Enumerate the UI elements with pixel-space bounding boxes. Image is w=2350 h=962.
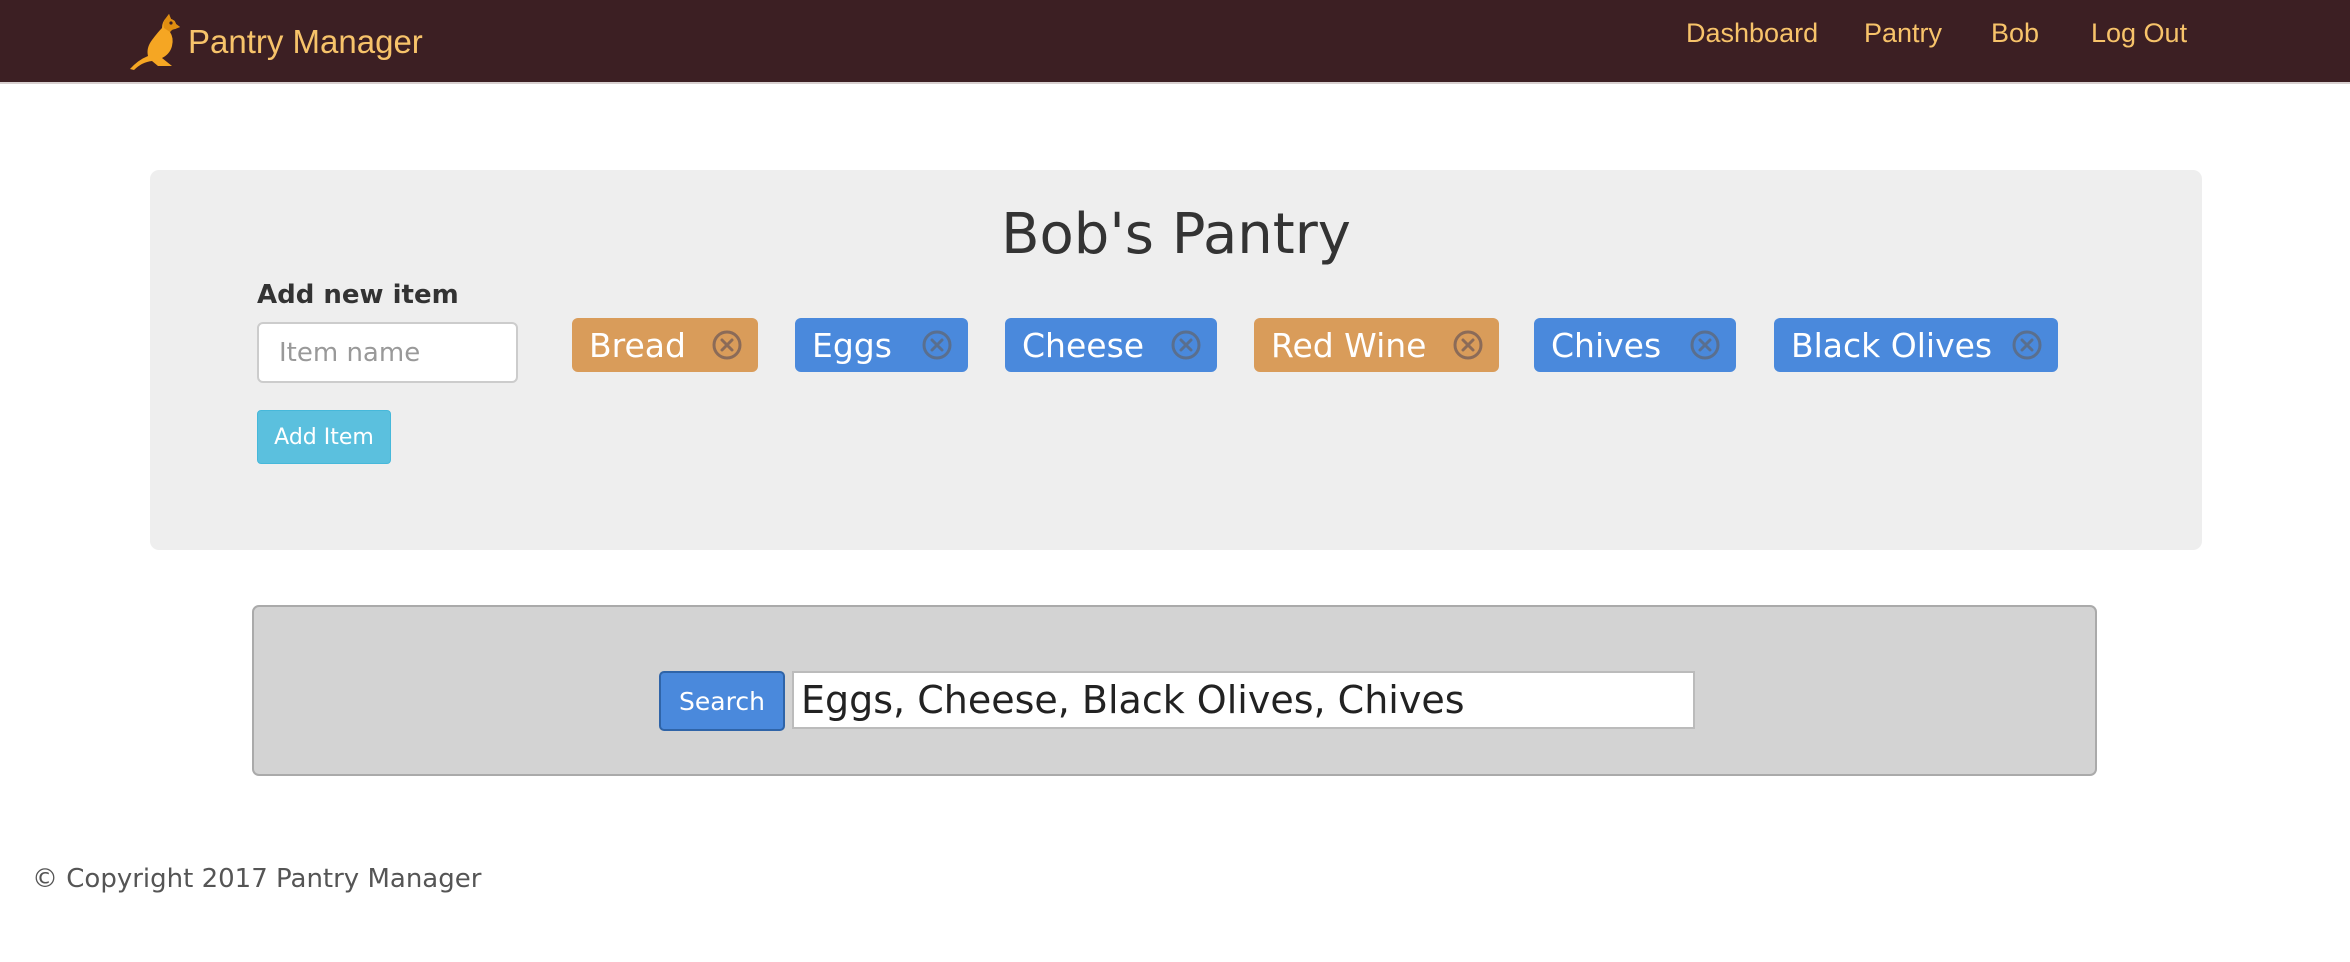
nav-link-user[interactable]: Bob [1991, 18, 2039, 49]
search-panel: Search [252, 605, 2097, 776]
brand-name: Pantry Manager [188, 23, 423, 60]
pantry-item-tag-cheese: Cheese [1005, 318, 1217, 372]
footer-copyright: © Copyright 2017 Pantry Manager [32, 864, 482, 894]
item-name-input[interactable] [257, 322, 518, 383]
pantry-item-label: Bread [589, 325, 686, 365]
pantry-item-tag-bread: Bread [572, 318, 758, 372]
circle-x-icon[interactable] [1451, 328, 1485, 362]
pantry-item-label: Chives [1551, 325, 1662, 365]
pantry-item-label: Eggs [812, 325, 892, 365]
circle-x-icon[interactable] [920, 328, 954, 362]
pantry-panel: Bob's Pantry Add new item Add Item Bread… [150, 170, 2202, 550]
circle-x-icon[interactable] [2010, 328, 2044, 362]
navbar: Pantry Manager Dashboard Pantry Bob Log … [0, 0, 2350, 84]
pantry-item-label: Red Wine [1271, 325, 1427, 365]
pantry-item-tag-eggs: Eggs [795, 318, 968, 372]
circle-x-icon[interactable] [1169, 328, 1203, 362]
circle-x-icon[interactable] [710, 328, 744, 362]
pantry-item-tag-black-olives: Black Olives [1774, 318, 2058, 372]
nav-link-logout[interactable]: Log Out [2091, 18, 2187, 49]
pantry-item-label: Black Olives [1791, 325, 1993, 365]
page-title: Bob's Pantry [1001, 202, 1351, 267]
add-item-label: Add new item [257, 280, 459, 310]
kangaroo-logo-icon [130, 14, 180, 70]
nav-link-pantry[interactable]: Pantry [1864, 18, 1942, 49]
search-input[interactable] [792, 671, 1695, 729]
pantry-item-tag-chives: Chives [1534, 318, 1736, 372]
circle-x-icon[interactable] [1688, 328, 1722, 362]
nav-link-dashboard[interactable]: Dashboard [1686, 18, 1818, 49]
brand-link[interactable]: Pantry Manager [128, 14, 423, 70]
add-item-button[interactable]: Add Item [257, 410, 391, 464]
pantry-item-label: Cheese [1022, 325, 1145, 365]
pantry-item-tag-red-wine: Red Wine [1254, 318, 1499, 372]
search-button[interactable]: Search [659, 671, 785, 731]
